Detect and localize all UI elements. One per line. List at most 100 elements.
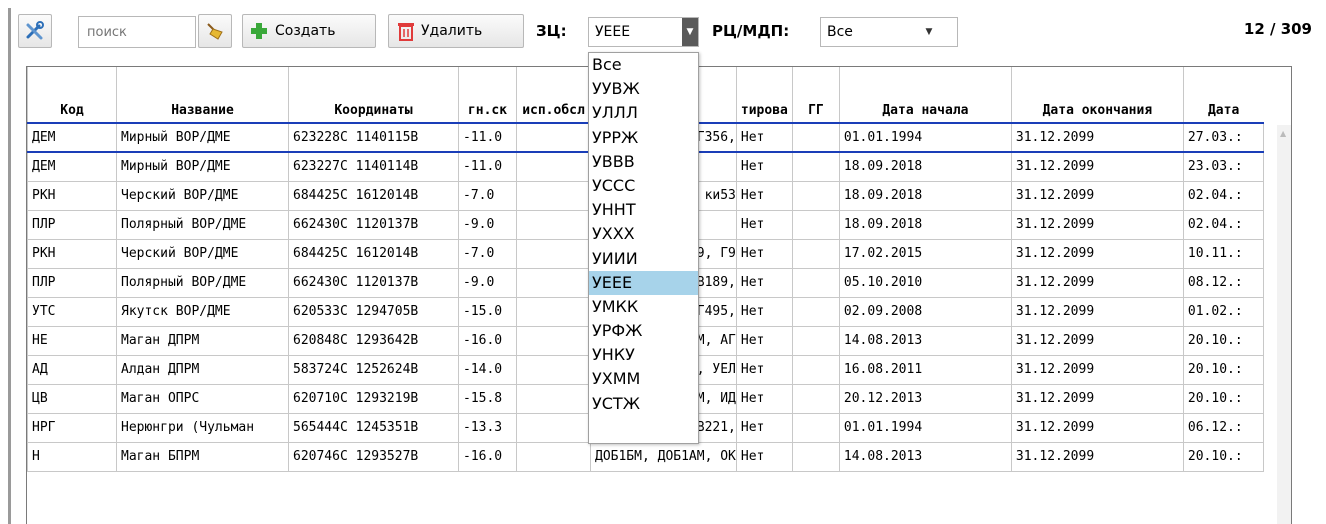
table-cell: -16.0 bbox=[458, 441, 517, 472]
table-cell: РКН bbox=[27, 238, 117, 269]
dropdown-option[interactable]: УСТЖ bbox=[589, 392, 698, 416]
table-cell: НЕ bbox=[27, 325, 117, 356]
delete-button[interactable]: Удалить bbox=[388, 14, 524, 48]
table-cell: 31.12.2099 bbox=[1010, 296, 1184, 327]
dropdown-option[interactable]: УССС bbox=[589, 174, 698, 198]
table-cell: 620710С 1293219В bbox=[288, 383, 459, 414]
search-input[interactable] bbox=[79, 17, 195, 47]
table-cell bbox=[791, 209, 840, 240]
table-cell bbox=[791, 354, 840, 385]
dropdown-option[interactable]: УРРЖ bbox=[589, 126, 698, 150]
record-counter: 12 / 309 bbox=[1243, 20, 1312, 38]
table-cell: -15.0 bbox=[458, 296, 517, 327]
table-cell bbox=[516, 209, 591, 240]
dropdown-option[interactable]: УХХХ bbox=[589, 222, 698, 246]
dropdown-option[interactable]: УЛЛЛ bbox=[589, 101, 698, 125]
table-cell: Маган ДПРМ bbox=[116, 325, 289, 356]
table-cell bbox=[516, 122, 591, 153]
table-cell bbox=[516, 267, 591, 298]
table-cell: 05.10.2010 bbox=[838, 267, 1012, 298]
table-cell: 565444С 1245351В bbox=[288, 412, 459, 443]
zc-select[interactable]: УЕЕЕ ▼ bbox=[588, 17, 699, 47]
column-header[interactable]: Координаты bbox=[288, 67, 459, 124]
table-cell: Нет bbox=[735, 441, 793, 472]
chevron-down-icon: ▼ bbox=[925, 27, 933, 37]
left-border bbox=[8, 8, 11, 524]
scroll-up-icon[interactable]: ▲ bbox=[1280, 129, 1286, 138]
dropdown-option[interactable]: УННТ bbox=[589, 198, 698, 222]
create-button[interactable]: Создать bbox=[242, 14, 376, 48]
table-cell: 31.12.2099 bbox=[1010, 209, 1184, 240]
table-cell bbox=[516, 383, 591, 414]
search-field[interactable] bbox=[78, 16, 196, 48]
table-row[interactable]: Н Маган БПРМ 620746С 1293527В -16.0 ДОБ1БМ, … bbox=[27, 441, 1264, 472]
table-cell bbox=[791, 122, 840, 153]
table-cell: ДЕМ bbox=[27, 151, 117, 182]
table-cell: 620848С 1293642В bbox=[288, 325, 459, 356]
table-cell: 662430С 1120137В bbox=[288, 209, 459, 240]
zc-dropdown-list: Все УУВЖ УЛЛЛ УРРЖ УВВВ УССС УННТ УХХХ УИИИ УЕЕЕ У… bbox=[588, 52, 699, 444]
table-cell: Нет bbox=[735, 354, 793, 385]
table-cell: Нет bbox=[735, 383, 793, 414]
table-cell: РКН bbox=[27, 180, 117, 211]
dropdown-option[interactable]: УРФЖ bbox=[589, 319, 698, 343]
table-cell: 623228С 1140115В bbox=[288, 122, 459, 153]
table-cell bbox=[791, 325, 840, 356]
table-cell: 583724С 1252624В bbox=[288, 354, 459, 385]
column-header[interactable]: Дата начала bbox=[838, 67, 1012, 124]
table-cell: Нет bbox=[735, 180, 793, 211]
table-cell: 20.10.: bbox=[1182, 325, 1264, 356]
table-cell: Нет bbox=[735, 296, 793, 327]
table-cell: -11.0 bbox=[458, 122, 517, 153]
table-cell bbox=[791, 441, 840, 472]
table-cell: Н bbox=[27, 441, 117, 472]
table-cell bbox=[516, 180, 591, 211]
table-cell bbox=[791, 180, 840, 211]
table-cell: 684425С 1612014В bbox=[288, 238, 459, 269]
table-cell: Черский ВОР/ДМЕ bbox=[116, 180, 289, 211]
dropdown-option[interactable]: УХММ bbox=[589, 367, 698, 391]
column-header[interactable]: исп.обсл bbox=[516, 67, 591, 124]
table-cell: 31.12.2099 bbox=[1010, 354, 1184, 385]
table-cell: 08.12.: bbox=[1182, 267, 1264, 298]
dropdown-option[interactable]: УЕЕЕ bbox=[589, 270, 698, 295]
table-cell: 31.12.2099 bbox=[1010, 151, 1184, 182]
table-cell: ЦВ bbox=[27, 383, 117, 414]
table-cell bbox=[516, 412, 591, 443]
create-button-label: Создать bbox=[275, 23, 336, 39]
column-header[interactable]: тирова bbox=[735, 67, 793, 124]
table-cell: 17.02.2015 bbox=[838, 238, 1012, 269]
table-cell: 31.12.2099 bbox=[1010, 441, 1184, 472]
table-cell: Нет bbox=[735, 325, 793, 356]
column-header[interactable]: Дата bbox=[1182, 67, 1264, 124]
dropdown-option[interactable]: Все bbox=[589, 53, 698, 77]
column-header[interactable]: ГГ bbox=[791, 67, 840, 124]
dropdown-option[interactable]: УМКК bbox=[589, 295, 698, 319]
settings-button[interactable] bbox=[18, 14, 52, 48]
table-cell: 31.12.2099 bbox=[1010, 122, 1184, 153]
table-cell: -9.0 bbox=[458, 267, 517, 298]
column-header[interactable]: Название bbox=[116, 67, 289, 124]
trash-icon bbox=[398, 23, 414, 41]
table-cell: Мирный ВОР/ДМЕ bbox=[116, 151, 289, 182]
table-cell: 684425С 1612014В bbox=[288, 180, 459, 211]
rc-select[interactable]: Все ▼ bbox=[820, 17, 958, 47]
table-cell: Нет bbox=[735, 412, 793, 443]
table-cell: Нет bbox=[735, 122, 793, 153]
table-cell: Нет bbox=[735, 238, 793, 269]
broom-icon bbox=[207, 23, 223, 40]
dropdown-option[interactable]: УВВВ bbox=[589, 150, 698, 174]
table-cell: ДЕМ bbox=[27, 122, 117, 153]
table-cell: -13.3 bbox=[458, 412, 517, 443]
column-header[interactable]: гн.ск bbox=[458, 67, 517, 124]
column-header[interactable]: Код bbox=[27, 67, 117, 124]
vertical-scrollbar[interactable]: ▲ bbox=[1277, 125, 1291, 524]
dropdown-option[interactable]: УИИИ bbox=[589, 247, 698, 271]
dropdown-option[interactable]: УУВЖ bbox=[589, 77, 698, 101]
column-header[interactable]: Дата окончания bbox=[1010, 67, 1184, 124]
table-cell: 31.12.2099 bbox=[1010, 325, 1184, 356]
clear-search-button[interactable] bbox=[198, 14, 232, 48]
table-cell: -16.0 bbox=[458, 325, 517, 356]
table-cell: Якутск ВОР/ДМЕ bbox=[116, 296, 289, 327]
dropdown-option[interactable]: УНКУ bbox=[589, 343, 698, 367]
